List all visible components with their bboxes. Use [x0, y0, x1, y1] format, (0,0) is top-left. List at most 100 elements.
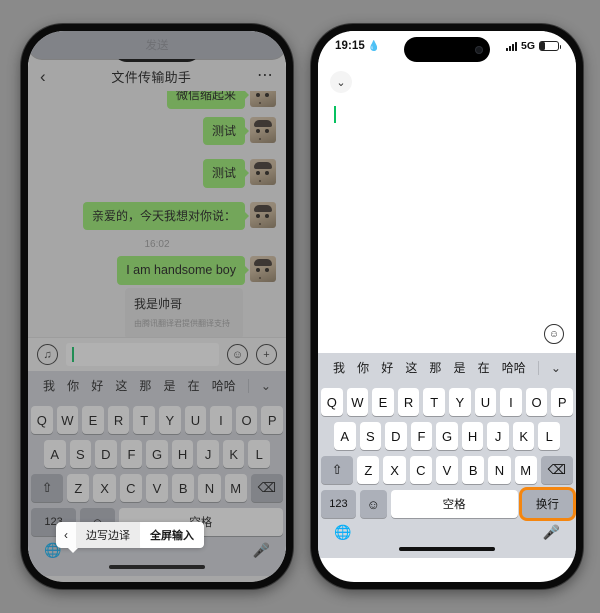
message-bubble-english[interactable]: I am handsome boy	[117, 255, 249, 285]
shift-icon[interactable]: ⇧	[321, 456, 354, 484]
key-b[interactable]: B	[172, 474, 195, 502]
emoji-icon[interactable]: ☺	[227, 344, 248, 365]
key-y[interactable]: Y	[449, 388, 471, 416]
chevron-down-icon[interactable]: ⌄	[261, 379, 271, 393]
key-i[interactable]: I	[210, 406, 232, 434]
key-v[interactable]: V	[145, 474, 169, 502]
suggestion-item[interactable]: 是	[164, 377, 176, 394]
avatar	[250, 201, 276, 228]
key-r[interactable]: R	[107, 406, 130, 434]
more-dots-icon[interactable]: ⋯	[257, 68, 274, 84]
water-drop-icon: 💧	[77, 40, 91, 52]
key-f[interactable]: F	[410, 422, 433, 450]
key-y[interactable]: Y	[159, 406, 181, 434]
microphone-icon[interactable]: 🎤	[253, 542, 270, 559]
shift-icon[interactable]: ⇧	[31, 474, 64, 502]
key-q[interactable]: Q	[31, 406, 53, 434]
key-w[interactable]: W	[56, 406, 79, 434]
key-l[interactable]: L	[538, 422, 561, 450]
message-bubble[interactable]: 测试	[202, 117, 250, 146]
suggestion-item[interactable]: 这	[115, 377, 127, 394]
key-c[interactable]: C	[409, 456, 432, 484]
suggestion-item[interactable]: 我	[333, 359, 345, 376]
key-q[interactable]: Q	[321, 388, 343, 416]
key-b[interactable]: B	[462, 456, 485, 484]
key-z[interactable]: Z	[357, 456, 380, 484]
key-u[interactable]: U	[184, 406, 207, 434]
key-t[interactable]: T	[423, 388, 445, 416]
key-u[interactable]: U	[474, 388, 497, 416]
suggestion-item[interactable]: 那	[429, 359, 441, 376]
key-newline[interactable]: 换行	[521, 490, 573, 518]
message-bubble[interactable]: 微信缩起来	[166, 91, 250, 110]
backspace-icon[interactable]: ⌫	[540, 456, 573, 484]
microphone-icon[interactable]: 🎤	[543, 524, 560, 541]
key-g[interactable]: G	[436, 422, 458, 450]
suggestion-item[interactable]: 你	[67, 377, 79, 394]
backspace-icon[interactable]: ⌫	[250, 474, 283, 502]
key-h[interactable]: H	[171, 440, 194, 468]
popup-item-translate[interactable]: 边写边译	[76, 522, 140, 548]
voice-input-icon[interactable]: ♫	[37, 344, 58, 365]
key-e[interactable]: E	[372, 388, 394, 416]
key-o[interactable]: O	[235, 406, 258, 434]
suggestion-item[interactable]: 哈哈	[502, 359, 526, 376]
emoji-icon[interactable]: ☺	[359, 490, 387, 518]
suggestion-item[interactable]: 在	[478, 359, 490, 376]
suggestion-item[interactable]: 这	[405, 359, 417, 376]
key-k[interactable]: K	[222, 440, 245, 468]
key-n[interactable]: N	[488, 456, 511, 484]
key-d[interactable]: D	[95, 440, 117, 468]
chat-text-input[interactable]	[66, 343, 219, 366]
chat-message-list[interactable]: 微信缩起来 测试 测试 亲爱的，今天我想对你说： 16:02 I am hand…	[28, 91, 286, 337]
key-e[interactable]: E	[82, 406, 104, 434]
emoji-icon[interactable]: ☺	[544, 324, 564, 344]
key-a[interactable]: A	[43, 440, 66, 468]
key-space[interactable]: 空格	[390, 490, 518, 518]
plus-icon[interactable]: +	[256, 344, 277, 365]
key-v[interactable]: V	[435, 456, 459, 484]
key-numbers[interactable]: 123	[321, 490, 356, 518]
suggestion-item[interactable]: 我	[43, 377, 55, 394]
message-bubble[interactable]: 测试	[202, 159, 250, 188]
key-k[interactable]: K	[512, 422, 535, 450]
popup-item-fullscreen-input[interactable]: 全屏输入	[140, 522, 204, 548]
key-m[interactable]: M	[224, 474, 247, 502]
suggestion-item[interactable]: 在	[188, 377, 200, 394]
key-c[interactable]: C	[119, 474, 142, 502]
fullscreen-input-area[interactable]: ⌄ ☺	[318, 61, 576, 353]
key-s[interactable]: S	[359, 422, 382, 450]
chevron-down-icon[interactable]: ⌄	[330, 71, 352, 93]
key-h[interactable]: H	[461, 422, 484, 450]
suggestion-item[interactable]: 你	[357, 359, 369, 376]
globe-icon[interactable]: 🌐	[334, 524, 351, 541]
suggestion-item[interactable]: 好	[381, 359, 393, 376]
key-f[interactable]: F	[120, 440, 143, 468]
key-l[interactable]: L	[248, 440, 271, 468]
key-p[interactable]: P	[261, 406, 283, 434]
key-m[interactable]: M	[514, 456, 537, 484]
key-d[interactable]: D	[385, 422, 407, 450]
key-x[interactable]: X	[383, 456, 406, 484]
key-z[interactable]: Z	[67, 474, 90, 502]
key-j[interactable]: J	[197, 440, 219, 468]
key-g[interactable]: G	[146, 440, 168, 468]
key-i[interactable]: I	[500, 388, 522, 416]
key-s[interactable]: S	[69, 440, 92, 468]
suggestion-item[interactable]: 是	[454, 359, 466, 376]
suggestion-item[interactable]: 那	[139, 377, 151, 394]
chevron-left-icon[interactable]: ‹	[56, 522, 76, 548]
message-bubble[interactable]: 亲爱的，今天我想对你说：	[82, 201, 250, 230]
key-p[interactable]: P	[551, 388, 573, 416]
key-j[interactable]: J	[487, 422, 509, 450]
key-o[interactable]: O	[525, 388, 548, 416]
key-t[interactable]: T	[133, 406, 155, 434]
chevron-down-icon[interactable]: ⌄	[551, 361, 561, 375]
key-x[interactable]: X	[93, 474, 116, 502]
key-w[interactable]: W	[346, 388, 369, 416]
key-a[interactable]: A	[333, 422, 356, 450]
suggestion-item[interactable]: 哈哈	[212, 377, 236, 394]
key-r[interactable]: R	[397, 388, 420, 416]
key-n[interactable]: N	[198, 474, 221, 502]
suggestion-item[interactable]: 好	[91, 377, 103, 394]
